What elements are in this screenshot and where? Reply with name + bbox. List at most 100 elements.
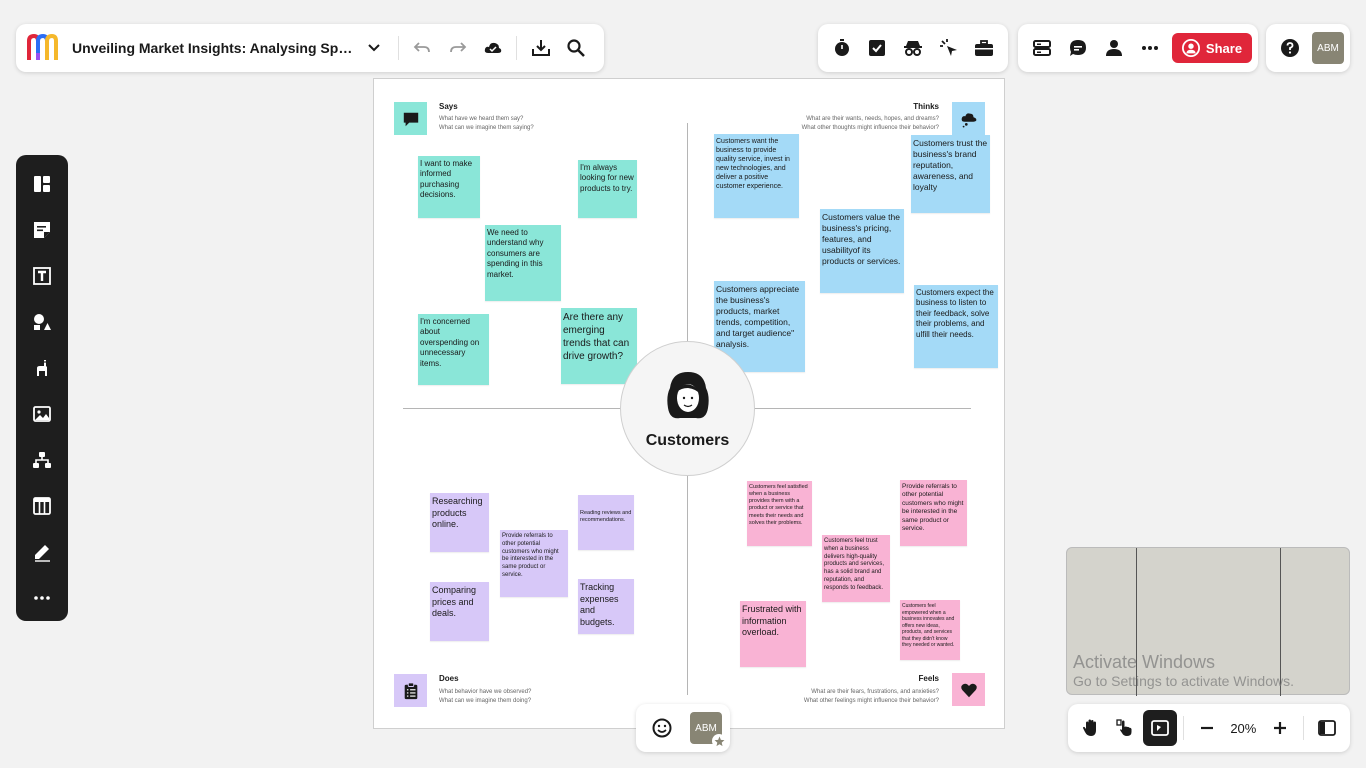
avatar[interactable]: ABM bbox=[690, 712, 726, 748]
add-user-icon bbox=[1181, 39, 1200, 57]
sticky-note[interactable]: Customers want the business to provide q… bbox=[714, 134, 799, 218]
collaboration-panel: Share bbox=[1018, 24, 1258, 72]
user-panel: ABM bbox=[1266, 24, 1350, 72]
feels-subtitle: What are their fears, frustrations, and … bbox=[804, 688, 939, 706]
does-subtitle-line: What can we imagine them doing? bbox=[439, 698, 532, 704]
thinks-title: Thinks bbox=[913, 102, 939, 111]
zoom-out-icon[interactable] bbox=[1190, 710, 1224, 746]
sticky-note[interactable]: Frustrated with information overload. bbox=[740, 601, 806, 667]
star-badge-icon bbox=[712, 734, 726, 748]
speech-bubble-icon bbox=[394, 102, 427, 135]
cloud-saved-icon[interactable] bbox=[475, 30, 510, 66]
board-menu-icon[interactable] bbox=[1024, 30, 1060, 66]
customer-persona[interactable]: Customers bbox=[620, 341, 755, 476]
avatar[interactable]: ABM bbox=[1312, 32, 1344, 64]
llama-ai-icon[interactable] bbox=[24, 345, 60, 391]
sticky-note[interactable]: Customers feel empowered when a business… bbox=[900, 600, 960, 660]
says-subtitle-line: What have we heard them say? bbox=[439, 116, 524, 122]
miro-logo-icon[interactable] bbox=[26, 33, 60, 63]
left-toolbar bbox=[16, 155, 68, 621]
thinks-subtitle-line: What other thoughts might influence thei… bbox=[801, 125, 939, 131]
shapes-icon[interactable] bbox=[24, 299, 60, 345]
sticky-note[interactable]: Customers trust the business's brand rep… bbox=[911, 135, 990, 213]
minimap-toggle-icon[interactable] bbox=[1142, 710, 1177, 746]
center-label: Customers bbox=[645, 431, 730, 449]
sticky-note-icon[interactable] bbox=[24, 207, 60, 253]
says-subtitle: What have we heard them say? What can we… bbox=[439, 115, 534, 133]
sticky-note[interactable]: Comparing prices and deals. bbox=[430, 582, 489, 641]
clipboard-icon bbox=[394, 674, 427, 707]
sticky-note[interactable]: Customers value the business's pricing, … bbox=[820, 209, 904, 293]
windows-activation-watermark: Activate Windows Go to Settings to activ… bbox=[1073, 652, 1294, 689]
sticky-note[interactable]: We need to understand why consumers are … bbox=[485, 225, 561, 301]
pen-icon[interactable] bbox=[24, 529, 60, 575]
emoji-reaction-icon[interactable] bbox=[644, 710, 680, 746]
divider bbox=[1182, 716, 1184, 740]
divider bbox=[516, 36, 518, 60]
more-options-icon[interactable] bbox=[1132, 30, 1168, 66]
mind-map-icon[interactable] bbox=[24, 437, 60, 483]
says-subtitle-line: What can we imagine them saying? bbox=[439, 125, 534, 131]
sticky-note[interactable]: Are there any emerging trends that can d… bbox=[561, 308, 637, 384]
help-icon[interactable] bbox=[1272, 30, 1308, 66]
customer-face-icon bbox=[666, 371, 709, 418]
chevron-down-icon[interactable] bbox=[356, 30, 391, 66]
sticky-note[interactable]: I want to make informed purchasing decis… bbox=[418, 156, 480, 218]
divider bbox=[1302, 716, 1304, 740]
redo-icon[interactable] bbox=[440, 30, 475, 66]
board-title-panel: Unveiling Market Insights: Analysing Spe… bbox=[16, 24, 604, 72]
sticky-note[interactable]: Customers expect the business to listen … bbox=[914, 285, 998, 368]
sticky-note[interactable]: Provide referrals to other potential cus… bbox=[500, 530, 568, 597]
attention-cursor-icon[interactable] bbox=[931, 30, 967, 66]
sticky-note[interactable]: Tracking expenses and budgets. bbox=[578, 579, 634, 634]
feels-subtitle-line: What are their fears, frustrations, and … bbox=[811, 689, 939, 695]
toolkit-briefcase-icon[interactable] bbox=[966, 30, 1002, 66]
avatar-initials: ABM bbox=[695, 722, 717, 734]
does-title: Does bbox=[439, 674, 459, 683]
sticky-note[interactable]: Customers feel trust when a business del… bbox=[822, 535, 890, 602]
text-icon[interactable] bbox=[24, 253, 60, 299]
thinks-subtitle-line: What are their wants, needs, hopes, and … bbox=[806, 116, 939, 122]
voting-check-icon[interactable] bbox=[860, 30, 896, 66]
board-tools-panel bbox=[818, 24, 1008, 72]
share-button[interactable]: Share bbox=[1172, 33, 1252, 63]
says-title: Says bbox=[439, 102, 458, 111]
sticky-note[interactable]: I'm always looking for new products to t… bbox=[578, 160, 637, 218]
sticky-note[interactable]: Reading reviews and recommendations. bbox=[578, 495, 634, 550]
share-label: Share bbox=[1205, 40, 1243, 56]
thinks-subtitle: What are their wants, needs, hopes, and … bbox=[802, 115, 939, 133]
image-upload-icon[interactable] bbox=[24, 391, 60, 437]
sticky-note[interactable]: Provide referrals to other potential cus… bbox=[900, 480, 967, 546]
touch-select-icon[interactable] bbox=[1108, 710, 1142, 746]
does-subtitle-line: What behavior have we observed? bbox=[439, 689, 532, 695]
hand-pan-icon[interactable] bbox=[1074, 710, 1108, 746]
watermark-subtitle: Go to Settings to activate Windows. bbox=[1073, 673, 1294, 689]
zoom-panel: 20% bbox=[1068, 704, 1350, 752]
watermark-title: Activate Windows bbox=[1073, 652, 1216, 672]
does-subtitle: What behavior have we observed? What can… bbox=[439, 688, 531, 706]
sticky-note[interactable]: Customers feel satisfied when a business… bbox=[747, 481, 812, 546]
comments-icon[interactable] bbox=[1060, 30, 1096, 66]
board-title[interactable]: Unveiling Market Insights: Analysing Spe… bbox=[72, 40, 356, 56]
table-icon[interactable] bbox=[24, 483, 60, 529]
reactions-panel: ABM bbox=[636, 704, 730, 752]
feels-subtitle-line: What other feelings might influence thei… bbox=[803, 698, 939, 704]
user-profile-icon[interactable] bbox=[1096, 30, 1132, 66]
divider bbox=[397, 36, 399, 60]
timer-icon[interactable] bbox=[824, 30, 860, 66]
sticky-note[interactable]: I'm concerned about overspending on unne… bbox=[418, 314, 489, 385]
heart-icon bbox=[952, 673, 985, 706]
private-mode-icon[interactable] bbox=[895, 30, 931, 66]
more-tools-icon[interactable] bbox=[24, 575, 60, 621]
search-icon[interactable] bbox=[559, 30, 594, 66]
sticky-note[interactable]: Researching products online. bbox=[430, 493, 489, 552]
zoom-level[interactable]: 20% bbox=[1224, 721, 1262, 736]
feels-title: Feels bbox=[918, 674, 939, 683]
undo-icon[interactable] bbox=[405, 30, 440, 66]
panel-toggle-icon[interactable] bbox=[1310, 710, 1344, 746]
templates-icon[interactable] bbox=[24, 161, 60, 207]
export-download-icon[interactable] bbox=[523, 30, 558, 66]
zoom-in-icon[interactable] bbox=[1262, 710, 1296, 746]
thought-cloud-icon bbox=[952, 102, 985, 135]
empathy-map-board[interactable]: Says What have we heard them say? What c… bbox=[373, 78, 1005, 729]
